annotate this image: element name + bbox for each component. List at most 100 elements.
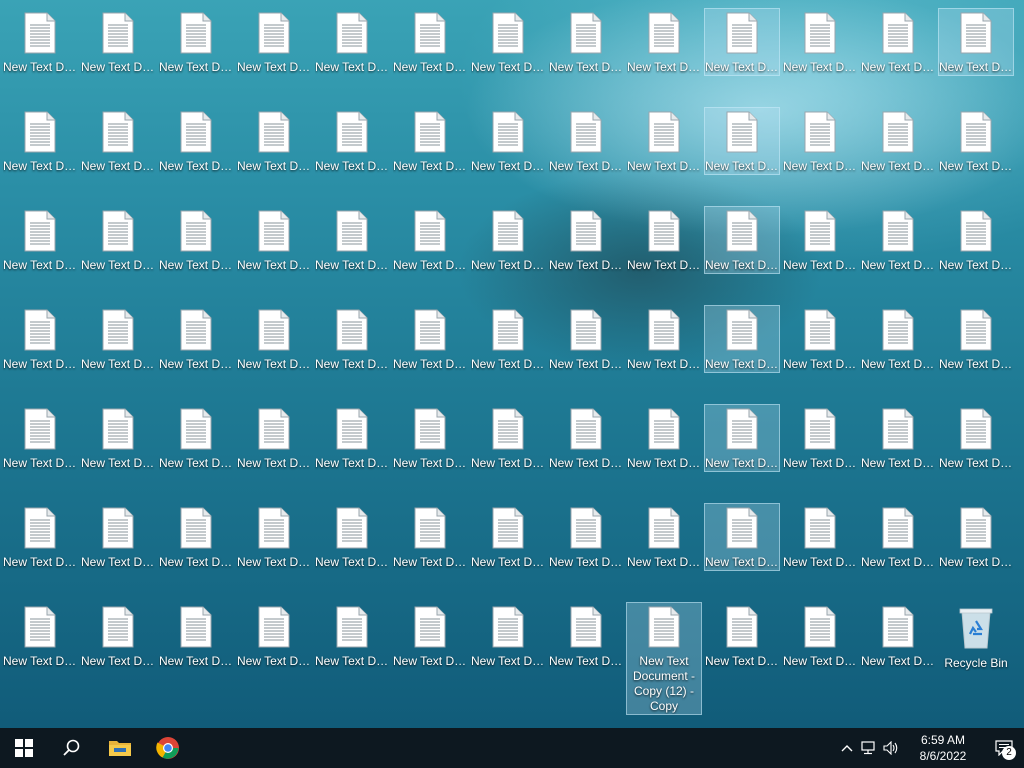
desktop[interactable]: New Text Documen... New Text Documen... Ne…	[0, 0, 1024, 728]
desktop-file-icon[interactable]: New Text Documen...	[782, 305, 858, 373]
show-hidden-icons-button[interactable]	[836, 728, 858, 768]
desktop-file-icon[interactable]: New Text Documen...	[860, 206, 936, 274]
desktop-file-icon[interactable]: New Text Documen...	[548, 503, 624, 571]
desktop-file-icon[interactable]: New Text Documen...	[2, 107, 78, 175]
desktop-file-icon[interactable]: New Text Documen...	[470, 8, 546, 76]
desktop-file-icon[interactable]: New Text Documen...	[626, 404, 702, 472]
desktop-file-icon[interactable]: New Text Documen...	[392, 404, 468, 472]
desktop-file-icon[interactable]: New Text Documen...	[392, 107, 468, 175]
desktop-file-icon[interactable]: New Text Documen...	[2, 305, 78, 373]
desktop-file-icon[interactable]: New Text Documen...	[860, 503, 936, 571]
desktop-file-icon[interactable]: New Text Documen...	[548, 602, 624, 670]
desktop-file-icon[interactable]: New Text Documen...	[2, 206, 78, 274]
network-button[interactable]	[858, 728, 880, 768]
desktop-file-icon[interactable]: New Text Documen...	[704, 602, 780, 670]
desktop-file-icon[interactable]: New Text Documen...	[236, 602, 312, 670]
desktop-file-icon[interactable]: New Text Documen...	[782, 107, 858, 175]
desktop-file-icon[interactable]: New Text Documen...	[236, 305, 312, 373]
desktop-file-icon[interactable]: New Text Documen...	[626, 206, 702, 274]
desktop-file-icon[interactable]: New Text Documen...	[314, 503, 390, 571]
desktop-file-icon[interactable]: New Text Documen...	[704, 503, 780, 571]
desktop-file-icon[interactable]: New Text Documen...	[158, 404, 234, 472]
desktop-file-icon[interactable]: New Text Documen...	[236, 503, 312, 571]
desktop-file-icon[interactable]: New Text Documen...	[392, 206, 468, 274]
desktop-file-icon[interactable]: New Text Documen...	[860, 107, 936, 175]
desktop-file-icon[interactable]: New Text Documen...	[548, 8, 624, 76]
desktop-file-icon[interactable]: New Text Documen...	[938, 206, 1014, 274]
desktop-file-icon[interactable]: New Text Documen...	[158, 503, 234, 571]
desktop-file-icon[interactable]: New Text Documen...	[782, 503, 858, 571]
desktop-file-icon[interactable]: New Text Documen...	[470, 305, 546, 373]
desktop-file-icon[interactable]: New Text Documen...	[314, 206, 390, 274]
desktop-file-icon[interactable]: New Text Documen...	[626, 107, 702, 175]
desktop-file-icon[interactable]: New Text Documen...	[704, 305, 780, 373]
desktop-file-icon[interactable]: New Text Documen...	[80, 404, 156, 472]
desktop-file-icon[interactable]: New Text Documen...	[938, 503, 1014, 571]
desktop-file-icon[interactable]: New Text Documen...	[2, 503, 78, 571]
desktop-file-icon[interactable]: New Text Document - Copy (12) - Copy	[626, 602, 702, 715]
desktop-file-icon[interactable]: New Text Documen...	[158, 107, 234, 175]
desktop-file-icon[interactable]: New Text Documen...	[704, 404, 780, 472]
desktop-file-icon[interactable]: New Text Documen...	[158, 8, 234, 76]
desktop-file-icon[interactable]: New Text Documen...	[470, 503, 546, 571]
desktop-file-icon[interactable]: New Text Documen...	[392, 8, 468, 76]
desktop-file-icon[interactable]: New Text Documen...	[236, 404, 312, 472]
desktop-file-icon[interactable]: New Text Documen...	[626, 503, 702, 571]
desktop-file-icon[interactable]: New Text Documen...	[392, 305, 468, 373]
desktop-file-icon[interactable]: New Text Documen...	[548, 107, 624, 175]
desktop-file-icon[interactable]: New Text Documen...	[158, 602, 234, 670]
desktop-file-icon[interactable]: New Text Documen...	[314, 305, 390, 373]
desktop-file-icon[interactable]: New Text Documen...	[470, 206, 546, 274]
desktop-file-icon[interactable]: New Text Documen...	[392, 602, 468, 670]
desktop-file-icon[interactable]: New Text Documen...	[2, 8, 78, 76]
file-explorer-button[interactable]	[96, 728, 144, 768]
desktop-file-icon[interactable]: New Text Documen...	[860, 404, 936, 472]
desktop-file-icon[interactable]: New Text Documen...	[236, 8, 312, 76]
desktop-file-icon[interactable]: New Text Documen...	[626, 305, 702, 373]
desktop-file-icon[interactable]: New Text Documen...	[2, 404, 78, 472]
start-button[interactable]	[0, 728, 48, 768]
chrome-button[interactable]	[144, 728, 192, 768]
desktop-file-icon[interactable]: New Text Documen...	[158, 305, 234, 373]
desktop-file-icon[interactable]: New Text Documen...	[470, 602, 546, 670]
desktop-file-icon[interactable]: New Text Documen...	[80, 503, 156, 571]
desktop-file-icon[interactable]: New Text Documen...	[548, 305, 624, 373]
desktop-file-icon[interactable]: New Text Documen...	[548, 206, 624, 274]
desktop-file-icon[interactable]: New Text Documen...	[860, 8, 936, 76]
desktop-file-icon[interactable]: New Text Documen...	[782, 8, 858, 76]
desktop-file-icon[interactable]: New Text Documen...	[938, 305, 1014, 373]
desktop-file-icon[interactable]: New Text Documen...	[626, 8, 702, 76]
desktop-file-icon[interactable]: New Text Documen...	[80, 8, 156, 76]
action-center-button[interactable]: 2	[984, 728, 1024, 768]
recycle-bin[interactable]: Recycle Bin	[938, 602, 1014, 672]
desktop-file-icon[interactable]: New Text Documen...	[236, 107, 312, 175]
desktop-file-icon[interactable]: New Text Documen...	[704, 107, 780, 175]
desktop-file-icon[interactable]: New Text Document	[392, 503, 468, 571]
desktop-file-icon[interactable]: New Text Documen...	[80, 602, 156, 670]
desktop-file-icon[interactable]: New Text Documen...	[704, 8, 780, 76]
desktop-file-icon[interactable]: New Text Documen...	[782, 206, 858, 274]
desktop-file-icon[interactable]: New Text Documen...	[782, 602, 858, 670]
desktop-file-icon[interactable]: New Text Documen...	[860, 602, 936, 670]
clock[interactable]: 6:59 AM 8/6/2022	[908, 732, 978, 764]
desktop-file-icon[interactable]: New Text Documen...	[314, 107, 390, 175]
desktop-file-icon[interactable]: New Text Documen...	[704, 206, 780, 274]
desktop-file-icon[interactable]: New Text Documen...	[314, 404, 390, 472]
search-button[interactable]	[48, 728, 96, 768]
desktop-file-icon[interactable]: New Text Documen...	[158, 206, 234, 274]
desktop-file-icon[interactable]: New Text Documen...	[80, 107, 156, 175]
desktop-file-icon[interactable]: New Text Documen...	[470, 107, 546, 175]
desktop-file-icon[interactable]: New Text Documen...	[860, 305, 936, 373]
desktop-file-icon[interactable]: New Text Documen...	[2, 602, 78, 670]
desktop-file-icon[interactable]: New Text Documen...	[938, 8, 1014, 76]
desktop-file-icon[interactable]: New Text Documen...	[938, 107, 1014, 175]
desktop-file-icon[interactable]: New Text Documen...	[236, 206, 312, 274]
desktop-file-icon[interactable]: New Text Documen...	[314, 8, 390, 76]
desktop-file-icon[interactable]: New Text Documen...	[548, 404, 624, 472]
desktop-file-icon[interactable]: New Text Documen...	[80, 206, 156, 274]
desktop-file-icon[interactable]: New Text Documen...	[938, 404, 1014, 472]
desktop-file-icon[interactable]: New Text Documen...	[782, 404, 858, 472]
desktop-file-icon[interactable]: New Text Documen...	[80, 305, 156, 373]
desktop-file-icon[interactable]: New Text Documen...	[470, 404, 546, 472]
desktop-file-icon[interactable]: New Text Documen...	[314, 602, 390, 670]
